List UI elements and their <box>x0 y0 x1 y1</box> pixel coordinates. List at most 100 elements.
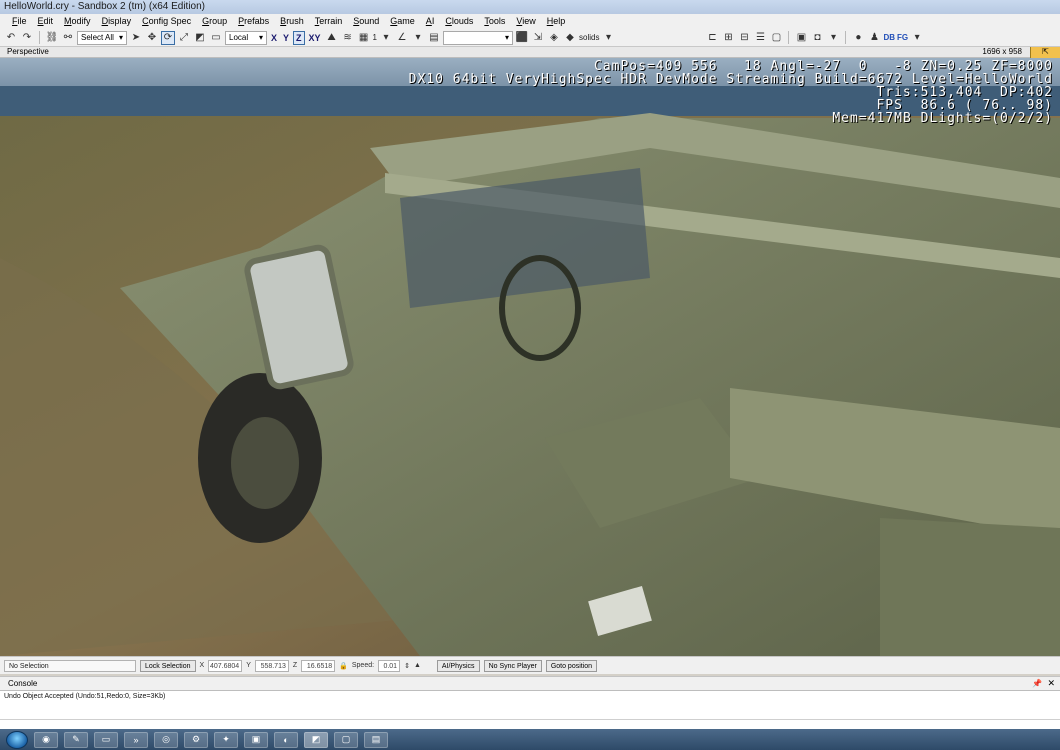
link-icon[interactable]: ⛓ <box>45 31 59 45</box>
solids-icon[interactable]: ◆ <box>563 31 577 45</box>
goto-position-button[interactable]: Goto position <box>545 659 598 672</box>
browser-icon[interactable]: ◉ <box>34 731 58 748</box>
menu-label-rest: louds <box>451 16 474 26</box>
menu-ai[interactable]: AI <box>420 14 440 29</box>
game-icon[interactable]: ✦ <box>214 731 238 748</box>
z-coord-field[interactable]: 16.6518 <box>301 659 336 672</box>
physics-icon[interactable]: ◈ <box>547 31 561 45</box>
y-coord-field[interactable]: 558.713 <box>254 659 289 672</box>
axis-xy-button[interactable]: XY <box>307 33 323 43</box>
material-pick-icon[interactable]: ⬛ <box>515 31 529 45</box>
steam-icon[interactable]: ⚙ <box>184 731 208 748</box>
folder-icon[interactable]: ▭ <box>94 731 118 748</box>
paint-icon[interactable]: ✎ <box>64 731 88 748</box>
menu-tools[interactable]: Tools <box>478 14 510 29</box>
menu-label-rest: ools <box>488 16 506 26</box>
lock-selection-button[interactable]: Lock Selection <box>140 659 196 672</box>
chevron-down-icon[interactable]: ▾ <box>411 31 425 45</box>
database-button[interactable]: DB <box>883 33 895 42</box>
window-icon[interactable]: ▢ <box>334 731 358 748</box>
axis-x-button[interactable]: X <box>269 33 279 43</box>
maximize-viewport-icon[interactable]: ⇱ <box>1030 47 1060 58</box>
undo-icon[interactable]: ↶ <box>4 31 18 45</box>
menu-label-rest: roup <box>209 16 228 26</box>
layer-icon[interactable]: ▤ <box>427 31 441 45</box>
unlink-icon[interactable]: ⚯ <box>61 31 75 45</box>
align-box-icon[interactable]: ▢ <box>769 31 783 45</box>
solids-label[interactable]: solids <box>579 33 599 42</box>
redo-icon[interactable]: ↷ <box>20 31 34 45</box>
angle-snap-icon[interactable]: ∠ <box>395 31 409 45</box>
align-table-icon[interactable]: ⊟ <box>737 31 751 45</box>
chevron-down-icon[interactable]: ▾ <box>601 31 615 45</box>
panel-icon[interactable]: ▣ <box>794 31 808 45</box>
menu-label-rest: elp <box>553 16 566 26</box>
flowgraph-button[interactable]: FG <box>897 33 908 42</box>
taskbar: ◉ ✎ ▭ » ◎ ⚙ ✦ ▣ ◐ ◩ ▢ ▤ <box>0 729 1060 750</box>
menu-group[interactable]: Group <box>196 14 232 29</box>
align-left-icon[interactable]: ⊏ <box>705 31 719 45</box>
grid-icon[interactable]: ▦ <box>357 31 371 45</box>
pin-icon[interactable]: 📌 <box>1032 677 1042 690</box>
menu-edit[interactable]: Edit <box>32 14 59 29</box>
select-all-combo[interactable]: Select All ▾ <box>77 30 127 45</box>
menu-config-spec[interactable]: Config Spec <box>136 14 196 29</box>
ai-physics-button[interactable]: AI/Physics <box>436 659 480 672</box>
console-input[interactable] <box>0 719 1060 729</box>
snap-terrain-icon[interactable]: ≋ <box>341 31 355 45</box>
app-icon[interactable]: ▣ <box>244 731 268 748</box>
lock-icon[interactable]: 🔒 <box>339 662 348 670</box>
camera-icon[interactable]: ◘ <box>810 31 824 45</box>
menu-label-rest: refabs <box>244 16 270 26</box>
start-button[interactable] <box>6 730 28 749</box>
menu-mnemonic: M <box>64 16 72 26</box>
menu-help[interactable]: Help <box>541 14 571 29</box>
menu-modify[interactable]: Modify <box>58 14 96 29</box>
chevron-down-icon[interactable]: ▾ <box>379 31 393 45</box>
tool-icon[interactable]: ◐ <box>274 731 298 748</box>
menu-file[interactable]: File <box>6 14 32 29</box>
menu-game[interactable]: Game <box>384 14 420 29</box>
speed-spinner-icon[interactable]: ⇕ <box>404 662 410 670</box>
speed-field[interactable]: 0.01 <box>378 659 401 672</box>
notepad-icon[interactable]: ▤ <box>364 731 388 748</box>
media-icon[interactable]: ◎ <box>154 731 178 748</box>
align-list-icon[interactable]: ☰ <box>753 31 767 45</box>
select-all-label: Select All <box>81 32 114 42</box>
terminal-icon[interactable]: » <box>124 731 148 748</box>
menu-view[interactable]: View <box>510 14 540 29</box>
move-icon[interactable]: ✥ <box>145 31 159 45</box>
chevron-down-icon[interactable]: ▾ <box>826 31 840 45</box>
select-terrain-icon[interactable]: ◩ <box>193 31 207 45</box>
no-sync-player-button[interactable]: No Sync Player <box>483 659 542 672</box>
coord-system-label: Local <box>229 32 249 42</box>
character-icon[interactable]: ♟ <box>867 31 881 45</box>
menu-display[interactable]: Display <box>96 14 137 29</box>
coord-system-combo[interactable]: Local ▾ <box>225 30 267 45</box>
x-coord-field[interactable]: 407.6804 <box>208 659 243 672</box>
close-icon[interactable]: ✕ <box>1047 677 1055 690</box>
scale-icon[interactable]: ⤢ <box>177 31 191 45</box>
terrain-snap-icon[interactable]: ▲ <box>414 662 421 669</box>
select-pointer-icon[interactable]: ➤ <box>129 31 143 45</box>
selection-rect-icon[interactable]: ▭ <box>209 31 223 45</box>
menu-terrain[interactable]: Terrain <box>309 14 348 29</box>
menu-prefabs[interactable]: Prefabs <box>232 14 274 29</box>
viewport-3d[interactable]: CamPos=409 556 18 Angl=-27 0 -8 ZN=0.25 … <box>0 58 1060 656</box>
menu-label-rest: odify <box>71 16 91 26</box>
sandbox-icon[interactable]: ◩ <box>304 731 328 748</box>
layer-combo[interactable]: ▾ <box>443 30 513 45</box>
menu-clouds[interactable]: Clouds <box>439 14 478 29</box>
axis-y-button[interactable]: Y <box>281 33 291 43</box>
menu-brush[interactable]: Brush <box>274 14 309 29</box>
chevron-down-icon[interactable]: ▾ <box>910 31 924 45</box>
rotate-icon[interactable]: ⟳ <box>161 30 175 45</box>
align-grid-icon[interactable]: ⊞ <box>721 31 735 45</box>
menu-sound[interactable]: Sound <box>347 14 384 29</box>
terrain-follow-icon[interactable]: ⛰ <box>325 31 339 45</box>
globe-icon[interactable]: ● <box>851 31 865 45</box>
viewport-name[interactable]: Perspective <box>7 47 49 57</box>
axis-z-button[interactable]: Z <box>293 30 305 45</box>
goto-selection-icon[interactable]: ⇲ <box>531 31 545 45</box>
menu-label-rest: I <box>431 16 435 26</box>
